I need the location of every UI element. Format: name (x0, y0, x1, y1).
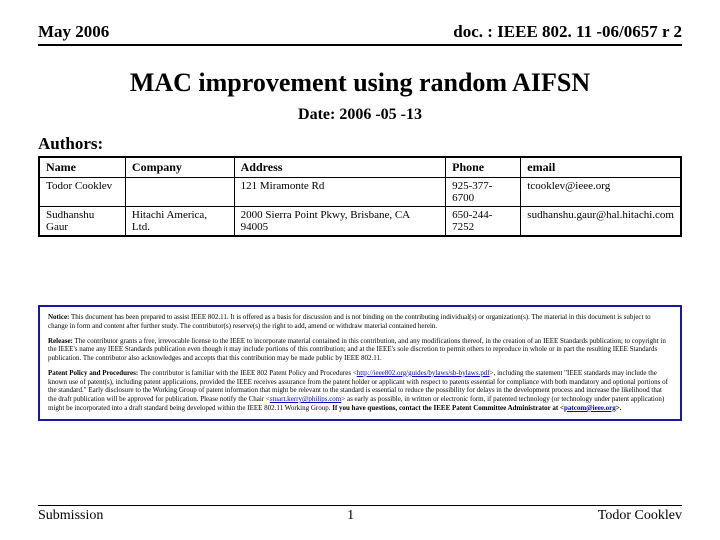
th-phone: Phone (446, 157, 521, 178)
notice-box: Notice: This document has been prepared … (38, 305, 682, 421)
footer-left: Submission (38, 508, 103, 524)
patent-bold-tail: If you have questions, contact the IEEE … (332, 404, 564, 412)
footer-page-number: 1 (347, 508, 354, 524)
notice-paragraph: Notice: This document has been prepared … (48, 313, 672, 331)
notice-body: This document has been prepared to assis… (48, 313, 651, 330)
th-name: Name (39, 157, 125, 178)
cell-phone: 925-377-6700 (446, 178, 521, 207)
table-row: Todor Cooklev 121 Miramonte Rd 925-377-6… (39, 178, 681, 207)
release-paragraph: Release: The contributor grants a free, … (48, 337, 672, 363)
bylaws-link[interactable]: http://ieee802.org/guides/bylaws/sb-byla… (357, 369, 490, 377)
chair-email-link[interactable]: stuart.kerry@philips.com (270, 395, 341, 403)
patent-tail: >. (616, 404, 622, 412)
header-docid: doc. : IEEE 802. 11 -06/0657 r 2 (453, 22, 682, 42)
page-footer: Submission 1 Todor Cooklev (38, 505, 682, 524)
patent-lead: Patent Policy and Procedures: (48, 369, 138, 377)
cell-company (125, 178, 234, 207)
cell-address: 2000 Sierra Point Pkwy, Brisbane, CA 940… (234, 207, 445, 237)
cell-company: Hitachi America, Ltd. (125, 207, 234, 237)
cell-email: sudhanshu.gaur@hal.hitachi.com (521, 207, 681, 237)
authors-table: Name Company Address Phone email Todor C… (38, 156, 682, 237)
release-body: The contributor grants a free, irrevocab… (48, 337, 666, 363)
th-address: Address (234, 157, 445, 178)
release-lead: Release: (48, 337, 73, 345)
page-title: MAC improvement using random AIFSN (38, 68, 682, 98)
page-header: May 2006 doc. : IEEE 802. 11 -06/0657 r … (38, 22, 682, 46)
footer-author: Todor Cooklev (598, 508, 682, 524)
cell-name: Sudhanshu Gaur (39, 207, 125, 237)
th-company: Company (125, 157, 234, 178)
cell-name: Todor Cooklev (39, 178, 125, 207)
authors-label: Authors: (38, 134, 682, 154)
doc-date: Date: 2006 -05 -13 (38, 106, 682, 124)
patent-paragraph: Patent Policy and Procedures: The contri… (48, 369, 672, 413)
patent-body-a: The contributor is familiar with the IEE… (138, 369, 357, 377)
cell-address: 121 Miramonte Rd (234, 178, 445, 207)
cell-email: tcooklev@ieee.org (521, 178, 681, 207)
patcom-link[interactable]: patcom@ieee.org (564, 404, 616, 412)
cell-phone: 650-244-7252 (446, 207, 521, 237)
table-header-row: Name Company Address Phone email (39, 157, 681, 178)
notice-lead: Notice: (48, 313, 69, 321)
table-row: Sudhanshu Gaur Hitachi America, Ltd. 200… (39, 207, 681, 237)
th-email: email (521, 157, 681, 178)
header-date: May 2006 (38, 22, 109, 42)
